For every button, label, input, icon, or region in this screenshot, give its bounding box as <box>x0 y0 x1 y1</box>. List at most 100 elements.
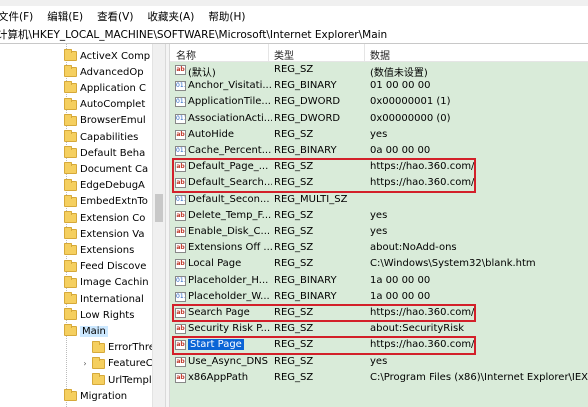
value-row[interactable]: 011Anchor_Visitati...REG_BINARY 01 00 00 … <box>170 78 588 94</box>
tree-item[interactable]: Extensions <box>64 242 134 258</box>
tree-item[interactable]: Extension Va <box>64 226 144 242</box>
value-name-text: Placeholder_H... <box>188 274 269 286</box>
folder-icon <box>64 81 77 94</box>
tree-item[interactable]: AutoComplet <box>64 97 145 113</box>
tree-item-label: Migration <box>80 390 128 402</box>
tree-item-label: Extension Co <box>80 212 146 224</box>
folder-icon <box>64 389 77 402</box>
tree-item[interactable]: EdgeDebugA <box>64 178 145 194</box>
menu-edit[interactable]: 编辑(E) <box>47 9 91 24</box>
column-divider[interactable] <box>268 44 269 62</box>
value-type: REG_SZ <box>274 258 314 270</box>
tree-item-label: International <box>80 293 144 305</box>
folder-icon <box>64 243 77 256</box>
tree-item[interactable]: Image Cachin <box>64 275 149 291</box>
tree-item-label: Capabilities <box>80 131 139 143</box>
tree-item[interactable]: ActiveX Comp <box>64 48 150 64</box>
binary-value-icon: 011 <box>175 291 186 302</box>
value-name: Extensions Off ... <box>188 242 272 253</box>
tree-item-label: UrlTempla <box>108 374 158 386</box>
value-row[interactable]: ab x86AppPath REG_SZ C:\Program Files (x86)… <box>170 370 588 386</box>
value-type: REG_SZ <box>274 371 314 383</box>
value-row[interactable]: ab Enable_Disk_C... REG_SZ yes <box>170 224 588 240</box>
tree-item[interactable]: Migration <box>64 388 127 404</box>
folder-icon <box>92 356 105 369</box>
value-name: Local Page <box>188 258 272 269</box>
address-path[interactable]: 计算机\HKEY_LOCAL_MACHINE\SOFTWARE\Microsof… <box>0 27 387 42</box>
menu-help[interactable]: 帮助(H) <box>208 9 253 24</box>
value-type: REG_SZ <box>274 209 314 221</box>
value-name-text: ApplicationTile... <box>188 96 271 108</box>
value-row[interactable]: ab AutoHide REG_SZ yes <box>170 127 588 143</box>
tree-item[interactable]: Extension Co <box>64 210 145 226</box>
tree-item[interactable]: Main <box>64 323 108 339</box>
address-bar[interactable]: 计算机\HKEY_LOCAL_MACHINE\SOFTWARE\Microsof… <box>0 26 588 44</box>
value-row[interactable]: ab (默认) REG_SZ (数值未设置) <box>170 62 588 79</box>
tree-item-label: EdgeDebugA <box>80 180 145 192</box>
value-row[interactable]: ab Extensions Off ... REG_SZ about:NoAdd-on… <box>170 240 588 256</box>
list-header: 名称 类型 数据 <box>170 44 588 62</box>
tree-item[interactable]: BrowserEmul <box>64 113 146 129</box>
value-name: Placeholder_H... <box>188 275 272 286</box>
highlight-box <box>172 304 476 323</box>
value-row[interactable]: 011Placeholder_W...REG_BINARY 1a 00 00 00 <box>170 289 588 305</box>
string-value-icon: ab <box>175 65 186 75</box>
tree-item-label: Feed Discove <box>80 261 147 273</box>
folder-icon <box>64 130 77 142</box>
string-value-icon: ab <box>175 356 186 367</box>
tree-item-label: Main <box>80 325 108 337</box>
value-type: REG_DWORD <box>274 112 341 124</box>
expand-arrow-icon[interactable]: › <box>80 359 90 368</box>
tree-item[interactable]: UrlTempla <box>80 372 158 388</box>
value-row[interactable]: ab Security Risk P... REG_SZ about:Security… <box>170 321 588 337</box>
value-type: REG_SZ <box>274 355 314 367</box>
value-row[interactable]: ab Use_Async_DNS REG_SZ yes <box>170 354 588 370</box>
value-name-text: Delete_Temp_F... <box>188 209 272 221</box>
value-name: Cache_Percent... <box>188 145 272 156</box>
tree-item[interactable]: International <box>64 291 144 307</box>
value-name: Anchor_Visitati... <box>188 80 272 91</box>
tree-item[interactable]: Capabilities <box>64 129 138 145</box>
value-row[interactable]: 011Cache_Percent...REG_BINARY 0a 00 00 00 <box>170 143 588 159</box>
menu-favorites[interactable]: 收藏夹(A) <box>147 9 202 24</box>
folder-icon <box>64 275 77 288</box>
tree-scrollbar-thumb[interactable] <box>155 194 163 222</box>
tree-item[interactable]: ErrorThres <box>80 340 160 356</box>
column-header-name[interactable]: 名称 <box>176 47 196 62</box>
binary-value-icon: 011 <box>175 275 186 286</box>
column-header-data[interactable]: 数据 <box>370 47 390 62</box>
value-name: Security Risk P... <box>188 323 272 334</box>
value-name: AssociationActi... <box>188 113 272 124</box>
tree-item[interactable]: Application C <box>64 80 146 96</box>
value-name-text: x86AppPath <box>188 371 249 383</box>
tree-scrollbar[interactable] <box>152 44 165 407</box>
column-divider[interactable] <box>364 44 365 62</box>
value-type: REG_BINARY <box>274 290 337 302</box>
value-row[interactable]: 011Default_Secon...REG_MULTI_SZ <box>170 192 588 208</box>
folder-icon <box>64 49 77 61</box>
tree-item[interactable]: EmbedExtnTo <box>64 194 148 210</box>
value-data: about:SecurityRisk <box>370 323 465 335</box>
value-row[interactable]: 011Placeholder_H...REG_BINARY 1a 00 00 00 <box>170 273 588 289</box>
menu-view[interactable]: 查看(V) <box>97 9 141 24</box>
folder-icon <box>64 178 77 191</box>
value-name: Placeholder_W... <box>188 291 272 302</box>
folder-icon <box>64 259 77 272</box>
tree-item[interactable]: Default Beha <box>64 145 145 161</box>
value-row[interactable]: 011ApplicationTile...REG_DWORD 0x00000001… <box>170 94 588 110</box>
menu-file[interactable]: 文件(F) <box>0 9 41 24</box>
value-data: 0x00000001 (1) <box>370 96 451 108</box>
value-name-text: Use_Async_DNS <box>188 355 269 367</box>
highlight-box <box>172 336 476 355</box>
tree-item[interactable]: AdvancedOp <box>64 64 144 80</box>
column-header-type[interactable]: 类型 <box>274 47 294 62</box>
value-row[interactable]: ab Local Page REG_SZ C:\Windows\System32\bl… <box>170 256 588 272</box>
value-name: x86AppPath <box>188 372 272 383</box>
tree-item[interactable]: Feed Discove <box>64 259 146 275</box>
value-row[interactable]: ab Delete_Temp_F... REG_SZ yes <box>170 208 588 224</box>
tree-item[interactable]: › FeatureCo <box>80 356 159 372</box>
value-row[interactable]: 011AssociationActi...REG_DWORD 0x00000000… <box>170 111 588 127</box>
string-value-icon: ab <box>175 210 186 221</box>
tree-item[interactable]: Document Ca <box>64 161 148 177</box>
tree-item[interactable]: Low Rights <box>64 307 134 323</box>
